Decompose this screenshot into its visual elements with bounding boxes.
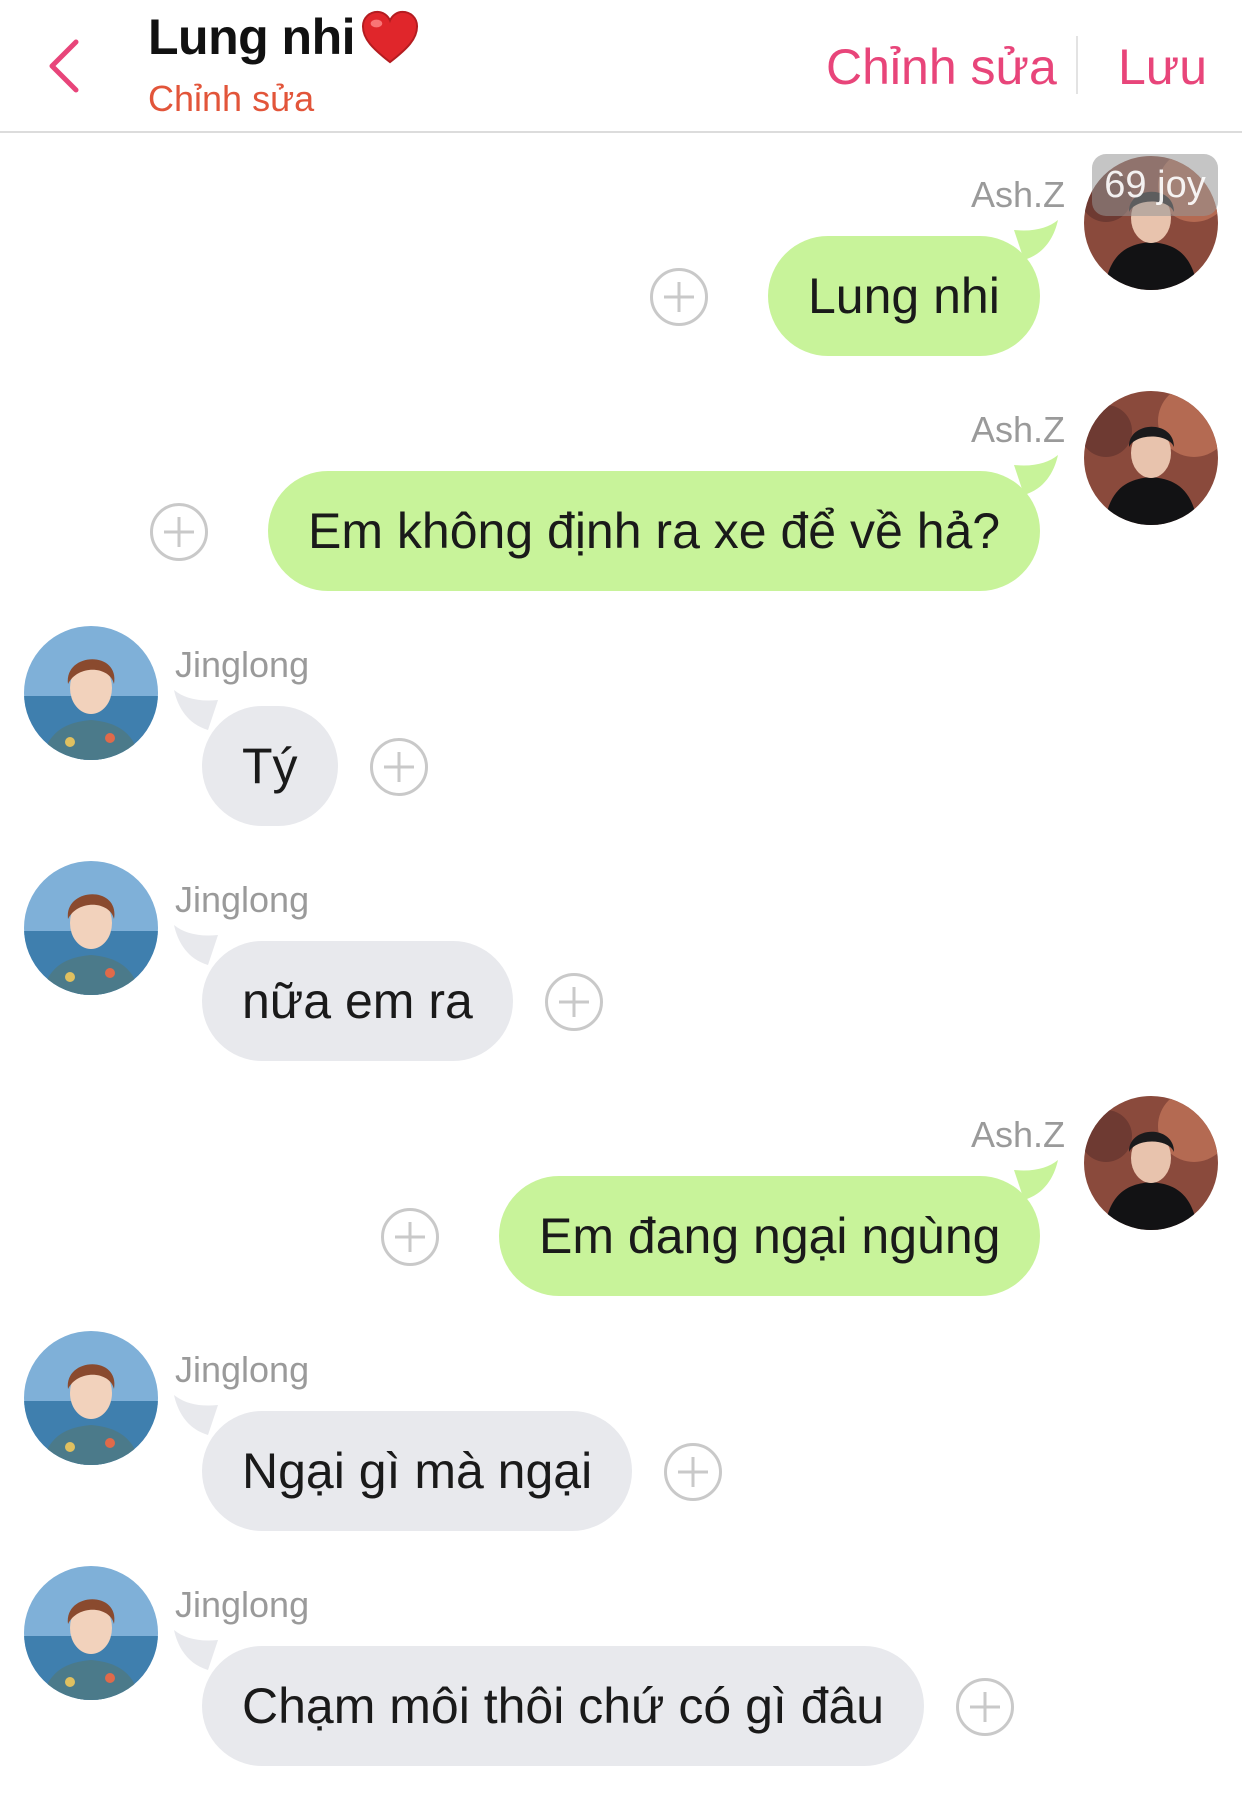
back-chevron-icon[interactable] — [40, 36, 90, 96]
avatar[interactable] — [1084, 391, 1218, 525]
message-bubble[interactable]: Chạm môi thôi chứ có gì đâu — [202, 1646, 925, 1766]
bubble-tail — [174, 1630, 218, 1670]
edit-button[interactable]: Chỉnh sửa — [826, 38, 1057, 96]
avatar[interactable] — [24, 1331, 158, 1465]
add-reaction-icon[interactable] — [370, 738, 428, 796]
message-row: Jinglong Ngại gì mà ngại — [0, 1331, 1242, 1561]
header-divider — [1076, 36, 1078, 94]
sender-name: Ash.Z — [970, 1114, 1065, 1155]
add-reaction-icon[interactable] — [381, 1208, 439, 1266]
bubble-tail — [1014, 220, 1058, 260]
add-reaction-icon[interactable] — [150, 503, 208, 561]
sender-name: Jinglong — [175, 879, 310, 920]
message-row: Ash.Z Em đang ngại ngùng — [0, 1096, 1242, 1326]
sender-name: Jinglong — [175, 1584, 310, 1625]
sender-name: Jinglong — [175, 1349, 310, 1390]
heart-icon — [362, 10, 419, 64]
bubble-tail — [174, 925, 218, 965]
message-bubble[interactable]: Lung nhi — [768, 236, 1040, 356]
watermark: 69 joy — [1092, 154, 1218, 216]
bubble-tail — [1014, 1160, 1058, 1200]
avatar[interactable] — [24, 626, 158, 760]
avatar[interactable] — [1084, 1096, 1218, 1230]
add-reaction-icon[interactable] — [650, 268, 708, 326]
bubble-tail — [174, 690, 218, 730]
avatar[interactable] — [24, 861, 158, 995]
bubble-tail — [1014, 455, 1058, 495]
sender-name: Ash.Z — [970, 409, 1065, 450]
sender-name: Jinglong — [175, 644, 310, 685]
message-row: Jinglong nữa em ra — [0, 861, 1242, 1091]
message-row: Jinglong Chạm môi thôi chứ có gì đâu — [0, 1566, 1242, 1796]
add-reaction-icon[interactable] — [956, 1678, 1014, 1736]
add-reaction-icon[interactable] — [545, 973, 603, 1031]
message-row: Jinglong Tý — [0, 626, 1242, 856]
message-bubble[interactable]: Em đang ngại ngùng — [499, 1176, 1041, 1296]
avatar[interactable] — [24, 1566, 158, 1700]
add-reaction-icon[interactable] — [664, 1443, 722, 1501]
message-bubble[interactable]: nữa em ra — [202, 941, 513, 1061]
title-row: Lung nhi — [148, 8, 419, 66]
chat-subtitle[interactable]: Chỉnh sửa — [148, 78, 314, 120]
message-bubble[interactable]: Em không định ra xe để về hả? — [268, 471, 1041, 591]
sender-name: Ash.Z — [970, 174, 1065, 215]
message-bubble[interactable]: Tý — [202, 706, 338, 826]
save-button[interactable]: Lưu — [1118, 38, 1207, 96]
chat-header: Lung nhi Chỉnh sửa Chỉnh sửa Lưu — [0, 0, 1242, 133]
message-row: Ash.Z Lung nhi — [0, 156, 1242, 386]
message-row: Ash.Z Em không định ra xe để về hả? — [0, 391, 1242, 621]
message-bubble[interactable]: Ngại gì mà ngại — [202, 1411, 633, 1531]
chat-title: Lung nhi — [148, 9, 356, 65]
bubble-tail — [174, 1395, 218, 1435]
